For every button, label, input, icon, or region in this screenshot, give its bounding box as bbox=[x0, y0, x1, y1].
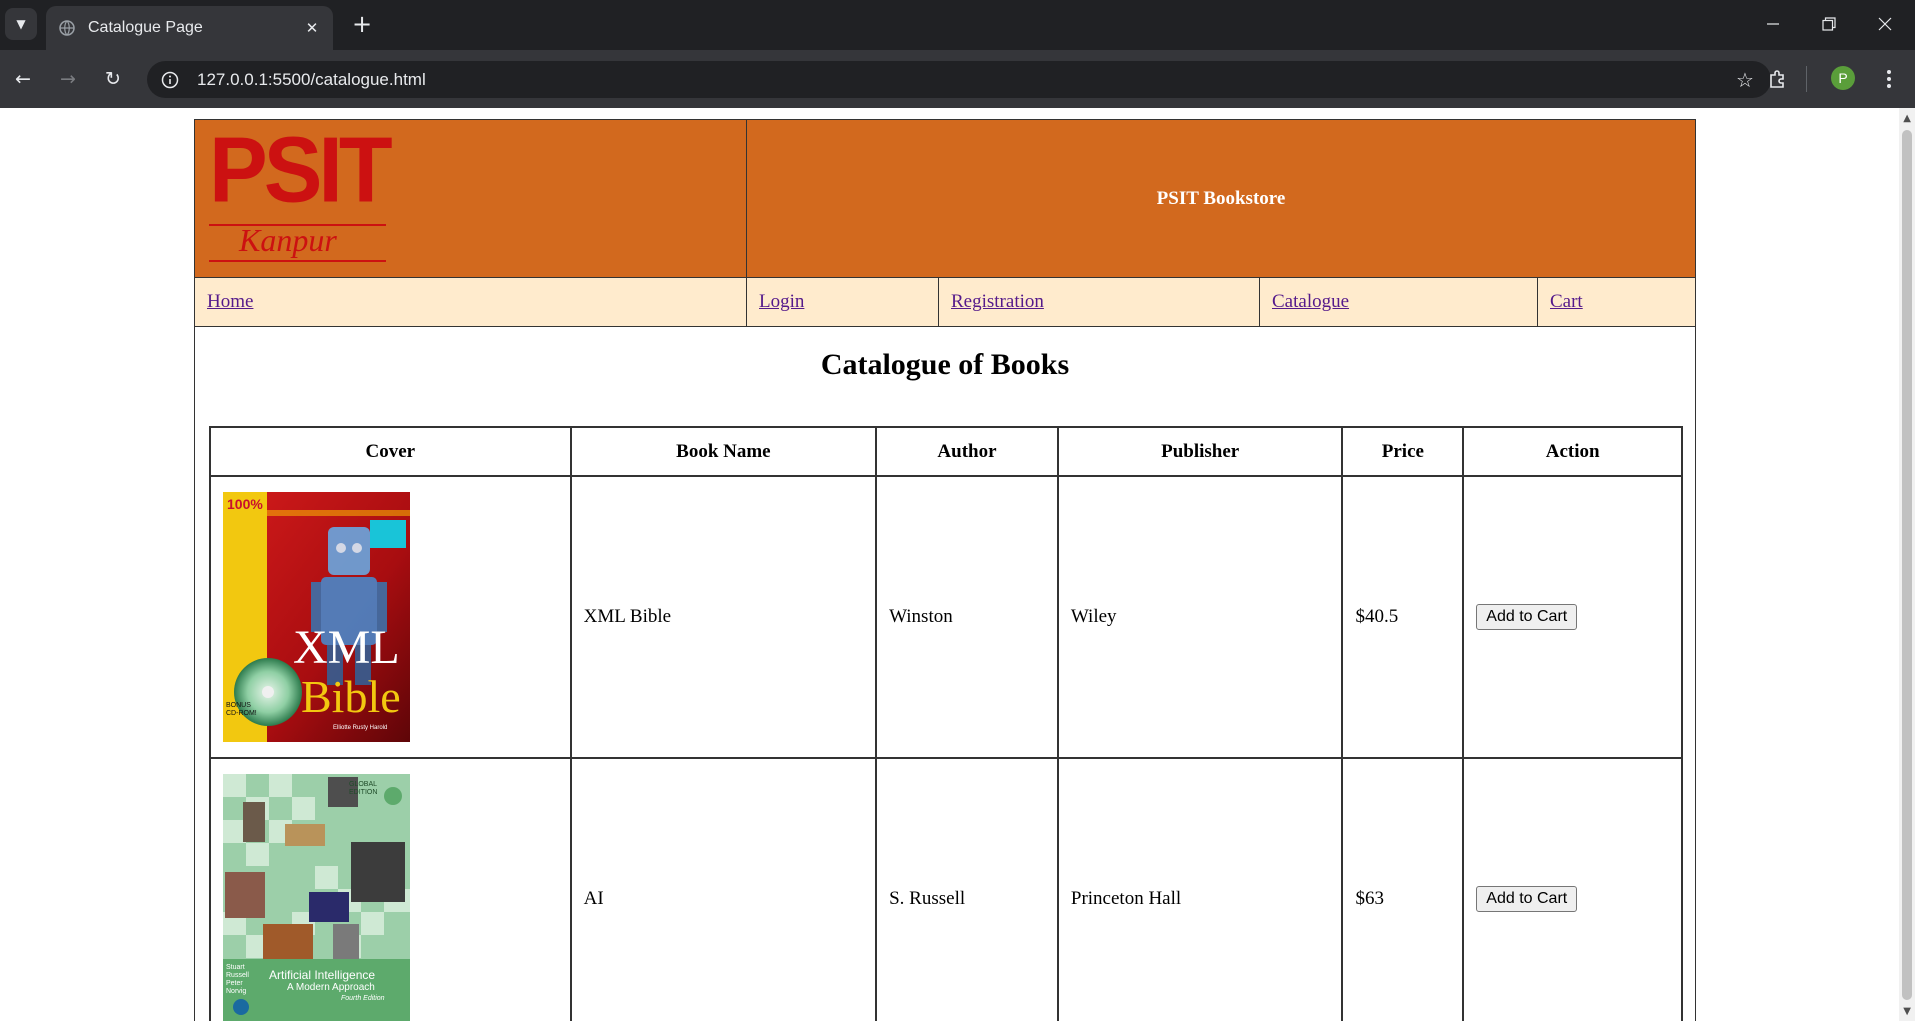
cover-title-main: XML bbox=[293, 621, 400, 674]
nav-cell-catalogue: Catalogue bbox=[1260, 278, 1538, 326]
logo-text: PSIT bbox=[209, 117, 393, 222]
cover-title-line2: A Modern Approach bbox=[287, 982, 375, 993]
new-tab-button[interactable]: + bbox=[348, 10, 376, 38]
menu-kebab-icon[interactable] bbox=[1873, 63, 1905, 95]
arrow-right-icon: → bbox=[60, 68, 76, 90]
add-to-cart-button[interactable]: Add to Cart bbox=[1476, 886, 1578, 912]
browser-tab[interactable]: Catalogue Page ✕ bbox=[46, 6, 333, 50]
cover-cell: 100% XML Bible Elliotte Rusty Harold BON… bbox=[209, 475, 572, 759]
cover-edition: Fourth Edition bbox=[341, 995, 385, 1002]
cover-cell: GLOBAL EDITION Stuart Russell Peter Norv… bbox=[209, 757, 572, 1021]
minimize-button[interactable] bbox=[1745, 0, 1801, 48]
restore-button[interactable] bbox=[1801, 0, 1857, 48]
nav-link-catalogue[interactable]: Catalogue bbox=[1272, 291, 1349, 313]
globe-icon bbox=[58, 19, 76, 37]
reload-button[interactable]: ↻ bbox=[96, 62, 130, 96]
back-button[interactable]: ← bbox=[6, 62, 40, 96]
tab-search-button[interactable]: ▼ bbox=[5, 8, 37, 40]
book-name-cell: XML Bible bbox=[569, 475, 878, 759]
nav-link-login[interactable]: Login bbox=[759, 291, 804, 313]
title-cell: PSIT Bookstore bbox=[747, 120, 1695, 277]
action-cell: Add to Cart bbox=[1462, 475, 1683, 759]
close-window-button[interactable] bbox=[1857, 0, 1913, 48]
vertical-scrollbar[interactable]: ▲ ▼ bbox=[1899, 108, 1915, 1021]
book-name-cell: AI bbox=[569, 757, 878, 1021]
cover-bonus: BONUS CD-ROM! bbox=[226, 702, 257, 717]
nav-cell-cart: Cart bbox=[1538, 278, 1695, 326]
cover-author-line: Elliotte Rusty Harold bbox=[333, 725, 388, 731]
info-icon[interactable] bbox=[159, 69, 181, 91]
store-name: PSIT Bookstore bbox=[1156, 187, 1286, 209]
close-tab-icon[interactable]: ✕ bbox=[301, 17, 323, 39]
book-cover-xml-bible: 100% XML Bible Elliotte Rusty Harold BON… bbox=[223, 492, 410, 742]
author-cell: Winston bbox=[875, 475, 1059, 759]
arrow-left-icon: ← bbox=[15, 68, 31, 90]
cover-title-sub: Bible bbox=[301, 671, 401, 722]
cover-authors: Stuart Russell Peter Norvig bbox=[226, 964, 249, 995]
table-row: 100% XML Bible Elliotte Rusty Harold BON… bbox=[209, 475, 1683, 759]
logo-underline bbox=[209, 260, 386, 262]
column-header-price: Price bbox=[1341, 426, 1465, 477]
page-viewport: PSIT Kanpur PSIT Bookstore Home Login Re… bbox=[0, 108, 1915, 1021]
publisher-cell: Princeton Hall bbox=[1056, 757, 1344, 1021]
cover-title-line1: Artificial Intelligence bbox=[269, 968, 376, 982]
page-container: PSIT Kanpur PSIT Bookstore Home Login Re… bbox=[194, 119, 1696, 1021]
profile-initial: P bbox=[1838, 70, 1848, 86]
column-header-publisher: Publisher bbox=[1056, 426, 1344, 477]
catalogue-heading: Catalogue of Books bbox=[820, 348, 1070, 381]
extensions-icon[interactable] bbox=[1761, 63, 1793, 95]
logo-cell: PSIT Kanpur bbox=[195, 120, 747, 277]
forward-button[interactable]: → bbox=[51, 62, 85, 96]
column-header-book-name: Book Name bbox=[569, 426, 878, 477]
site-header: PSIT Kanpur PSIT Bookstore bbox=[195, 120, 1695, 277]
nav-bar: Home Login Registration Catalogue Cart bbox=[195, 277, 1695, 327]
books-table: Cover Book Name Author Publisher Price A… bbox=[209, 426, 1683, 1021]
column-header-author: Author bbox=[875, 426, 1059, 477]
book-cover-ai: GLOBAL EDITION Stuart Russell Peter Norv… bbox=[223, 774, 410, 1021]
browser-toolbar: ← → ↻ 127.0.0.1:5500/catalogue.html ☆ bbox=[0, 50, 1915, 108]
column-header-cover: Cover bbox=[209, 426, 572, 477]
cover-top-text: 100% bbox=[227, 496, 263, 512]
publisher-cell: Wiley bbox=[1056, 475, 1344, 759]
table-row: GLOBAL EDITION Stuart Russell Peter Norv… bbox=[209, 757, 1683, 1021]
chevron-down-icon: ▼ bbox=[16, 17, 26, 31]
nav-link-home[interactable]: Home bbox=[207, 291, 253, 313]
url-text[interactable]: 127.0.0.1:5500/catalogue.html bbox=[197, 70, 1733, 90]
scroll-thumb[interactable] bbox=[1902, 130, 1912, 1000]
profile-avatar[interactable]: P bbox=[1831, 66, 1855, 90]
price-cell: $63 bbox=[1341, 757, 1465, 1021]
nav-link-cart[interactable]: Cart bbox=[1550, 291, 1583, 313]
tab-title: Catalogue Page bbox=[88, 19, 203, 36]
table-header-row: Cover Book Name Author Publisher Price A… bbox=[209, 426, 1683, 477]
nav-cell-login: Login bbox=[747, 278, 939, 326]
cover-edition-badge: GLOBAL EDITION bbox=[349, 781, 378, 796]
author-cell: S. Russell bbox=[875, 757, 1059, 1021]
add-to-cart-button[interactable]: Add to Cart bbox=[1476, 604, 1578, 630]
scroll-up-arrow-icon[interactable]: ▲ bbox=[1903, 113, 1911, 124]
logo-subtext: Kanpur bbox=[239, 222, 337, 258]
price-cell: $40.5 bbox=[1341, 475, 1465, 759]
nav-cell-home: Home bbox=[195, 278, 747, 326]
reload-icon: ↻ bbox=[105, 68, 121, 90]
nav-cell-registration: Registration bbox=[939, 278, 1260, 326]
action-cell: Add to Cart bbox=[1462, 757, 1683, 1021]
address-bar[interactable]: 127.0.0.1:5500/catalogue.html ☆ bbox=[147, 61, 1771, 98]
browser-tab-bar: ▼ Catalogue Page ✕ + bbox=[0, 0, 1915, 50]
toolbar-separator bbox=[1806, 66, 1807, 92]
bookmark-star-icon[interactable]: ☆ bbox=[1733, 68, 1757, 92]
nav-link-registration[interactable]: Registration bbox=[951, 291, 1044, 313]
column-header-action: Action bbox=[1462, 426, 1683, 477]
psit-logo: PSIT Kanpur bbox=[209, 123, 394, 262]
scroll-down-arrow-icon[interactable]: ▼ bbox=[1903, 1006, 1911, 1017]
